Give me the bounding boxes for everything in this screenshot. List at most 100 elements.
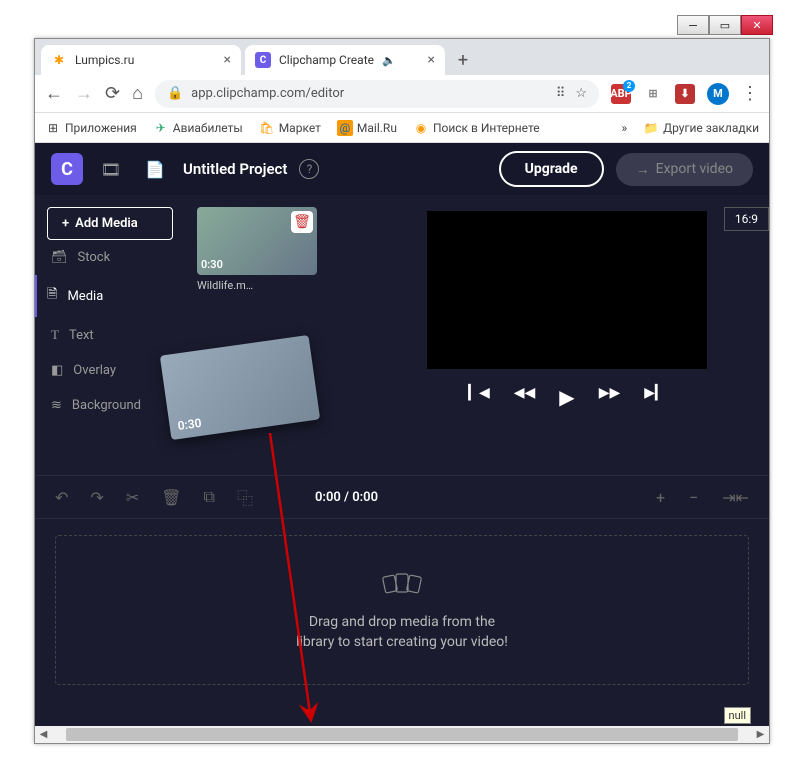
duration-label: 0:30	[177, 416, 203, 433]
dropzone-text-2: library to start creating your video!	[296, 634, 508, 650]
delete-button[interactable]: 🗑	[161, 488, 181, 507]
close-tab-icon[interactable]: ×	[224, 52, 231, 68]
horizontal-scrollbar[interactable]: ◀ ▶	[35, 726, 769, 743]
minimize-button[interactable]: ─	[677, 15, 709, 35]
timeline-dropzone[interactable]: Drag and drop media from the library to …	[55, 535, 749, 685]
duplicate-button[interactable]: ⿻	[237, 485, 253, 509]
media-filename: Wildlife.m…	[197, 279, 353, 292]
favicon-icon: C	[255, 52, 271, 68]
bookmarks-overflow[interactable]: »	[621, 121, 627, 135]
close-tab-icon[interactable]: ×	[428, 52, 435, 68]
cart-icon: 🛍	[259, 120, 275, 136]
arrow-right-icon: →	[636, 161, 650, 178]
star-icon[interactable]: ☆	[575, 86, 587, 101]
sidebar-item-overlay[interactable]: ◧ Overlay	[47, 353, 173, 388]
tab-clipchamp[interactable]: C Clipchamp Create 🔈 ×	[245, 45, 445, 75]
home-button[interactable]: ⌂	[132, 83, 143, 104]
sidebar-item-media[interactable]: 🗎 Media	[35, 275, 173, 317]
aspect-ratio-button[interactable]: 16:9	[724, 207, 769, 231]
project-title[interactable]: Untitled Project	[183, 160, 287, 178]
close-window-button[interactable]: ✕	[741, 15, 773, 35]
apps-bookmark[interactable]: ⊞ Приложения	[45, 120, 137, 136]
maximize-button[interactable]: ▭	[709, 15, 741, 35]
browser-tabs: ✱ Lumpics.ru × C Clipchamp Create 🔈 × +	[35, 39, 769, 75]
film-icon[interactable]: 🎞	[95, 153, 127, 185]
clipchamp-app: C 🎞 📄 Untitled Project ? Upgrade → Expor…	[35, 143, 769, 726]
search-icon: ◉	[413, 120, 429, 136]
timeline-toolbar: ↶ ↷ ✂ 🗑 ⧉ ⿻ 0:00 / 0:00 + − ⇥⇤	[35, 475, 769, 519]
tab-lumpics[interactable]: ✱ Lumpics.ru ×	[41, 45, 241, 75]
media-library: 🗑 0:30 Wildlife.m… 0:30	[185, 195, 365, 475]
fit-button[interactable]: ⇥⇤	[722, 488, 749, 507]
scroll-thumb[interactable]	[66, 728, 738, 741]
delete-media-button[interactable]: 🗑	[291, 211, 313, 233]
video-preview[interactable]	[427, 211, 707, 369]
bookmark-search[interactable]: ◉ Поиск в Интернете	[413, 120, 540, 136]
undo-button[interactable]: ↶	[55, 488, 68, 507]
sound-icon[interactable]: 🔈	[382, 54, 396, 67]
redo-button[interactable]: ↷	[90, 488, 103, 507]
apps-icon: ⊞	[45, 120, 61, 136]
time-display: 0:00 / 0:00	[315, 490, 378, 505]
plus-icon: +	[62, 216, 69, 231]
mail-icon: @	[337, 120, 353, 136]
back-button[interactable]: ←	[45, 83, 63, 104]
scroll-right-button[interactable]: ▶	[752, 726, 769, 743]
layers-icon: ≋	[51, 398, 62, 413]
scroll-track[interactable]	[52, 726, 752, 743]
upgrade-button[interactable]: Upgrade	[499, 151, 604, 187]
text-icon: T	[51, 327, 59, 343]
forward-button[interactable]: ▶▶	[599, 385, 621, 409]
zoom-in-button[interactable]: +	[656, 488, 665, 507]
translate-icon[interactable]: ⠿	[556, 86, 566, 101]
document-icon[interactable]: 📄	[139, 153, 171, 185]
adblock-extension[interactable]: ABP	[611, 84, 631, 104]
new-tab-button[interactable]: +	[449, 46, 477, 74]
dropzone-text-1: Drag and drop media from the	[309, 614, 495, 630]
folder-icon: 📁	[643, 120, 659, 136]
clipchamp-logo[interactable]: C	[51, 153, 83, 185]
rewind-button[interactable]: ◀◀	[514, 385, 536, 409]
skip-start-button[interactable]: ▎◀	[468, 385, 490, 409]
pdf-extension[interactable]: ⬇	[675, 84, 695, 104]
add-media-button[interactable]: + Add Media	[47, 207, 173, 240]
bookmark-market[interactable]: 🛍 Маркет	[259, 120, 321, 136]
play-button[interactable]: ▶	[559, 385, 574, 409]
scroll-left-button[interactable]: ◀	[35, 726, 52, 743]
plane-icon: ✈	[153, 120, 169, 136]
bookmarks-bar: ⊞ Приложения ✈ Авиабилеты 🛍 Маркет @ Mai…	[35, 113, 769, 143]
duration-label: 0:30	[201, 258, 223, 271]
browser-toolbar: ← → ⟳ ⌂ 🔒 app.clipchamp.com/editor ⠿ ☆ A…	[35, 75, 769, 113]
favicon-icon: ✱	[51, 52, 67, 68]
sidebar-item-stock[interactable]: 🗃 Stock	[47, 240, 173, 275]
playback-controls: ▎◀ ◀◀ ▶ ▶▶ ▶▎	[377, 385, 757, 409]
url-text: app.clipchamp.com/editor	[191, 86, 344, 101]
reload-button[interactable]: ⟳	[105, 83, 120, 104]
tab-label: Clipchamp Create	[279, 53, 374, 67]
sidebar: + Add Media 🗃 Stock 🗎 Media T Text ◧	[35, 195, 185, 475]
bookmark-flights[interactable]: ✈ Авиабилеты	[153, 120, 243, 136]
app-header: C 🎞 📄 Untitled Project ? Upgrade → Expor…	[35, 143, 769, 195]
stock-icon: 🗃	[51, 250, 68, 265]
zoom-out-button[interactable]: −	[689, 488, 698, 507]
copy-button[interactable]: ⧉	[204, 487, 215, 507]
tab-label: Lumpics.ru	[75, 53, 134, 67]
preview-panel: 16:9 ▎◀ ◀◀ ▶ ▶▶ ▶▎	[365, 195, 769, 475]
help-button[interactable]: ?	[299, 159, 319, 179]
media-cards-icon	[382, 570, 422, 602]
cut-button[interactable]: ✂	[126, 488, 139, 507]
profile-avatar[interactable]: M	[707, 83, 729, 105]
sidebar-item-text[interactable]: T Text	[47, 317, 173, 353]
menu-button[interactable]: ⋮	[741, 83, 759, 104]
sidebar-item-background[interactable]: ≋ Background	[47, 388, 173, 423]
bookmark-mailru[interactable]: @ Mail.Ru	[337, 120, 397, 136]
skip-end-button[interactable]: ▶▎	[644, 385, 666, 409]
media-thumbnail[interactable]: 🗑 0:30	[197, 207, 317, 275]
export-button[interactable]: → Export video	[616, 153, 753, 186]
extension-icon[interactable]: ⊞	[643, 84, 663, 104]
address-bar[interactable]: 🔒 app.clipchamp.com/editor ⠿ ☆	[155, 80, 599, 108]
forward-button[interactable]: →	[75, 83, 93, 104]
other-bookmarks[interactable]: 📁 Другие закладки	[643, 120, 759, 136]
overlay-icon: ◧	[51, 363, 63, 378]
media-icon: 🗎	[47, 285, 57, 307]
